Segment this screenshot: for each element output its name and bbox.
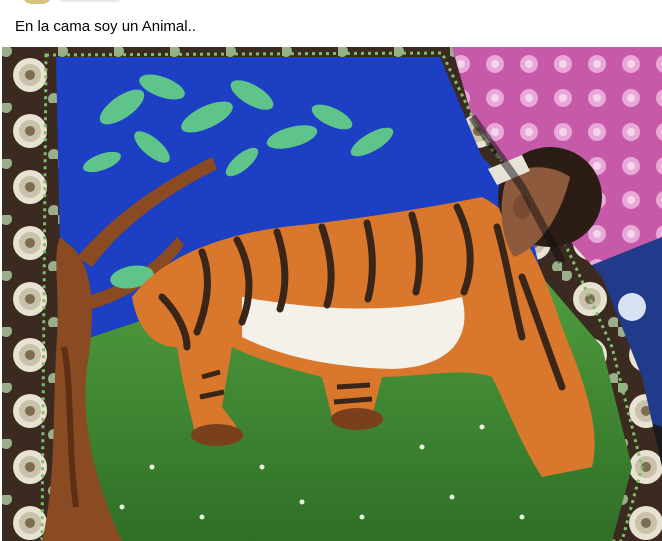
author-name[interactable]	[60, 0, 120, 2]
author-avatar[interactable]	[22, 0, 52, 4]
photo-illustration	[2, 47, 662, 541]
post-photo[interactable]	[2, 47, 662, 541]
post-header: En la cama soy un Animal..	[0, 0, 662, 46]
post-caption: En la cama soy un Animal..	[15, 18, 196, 35]
